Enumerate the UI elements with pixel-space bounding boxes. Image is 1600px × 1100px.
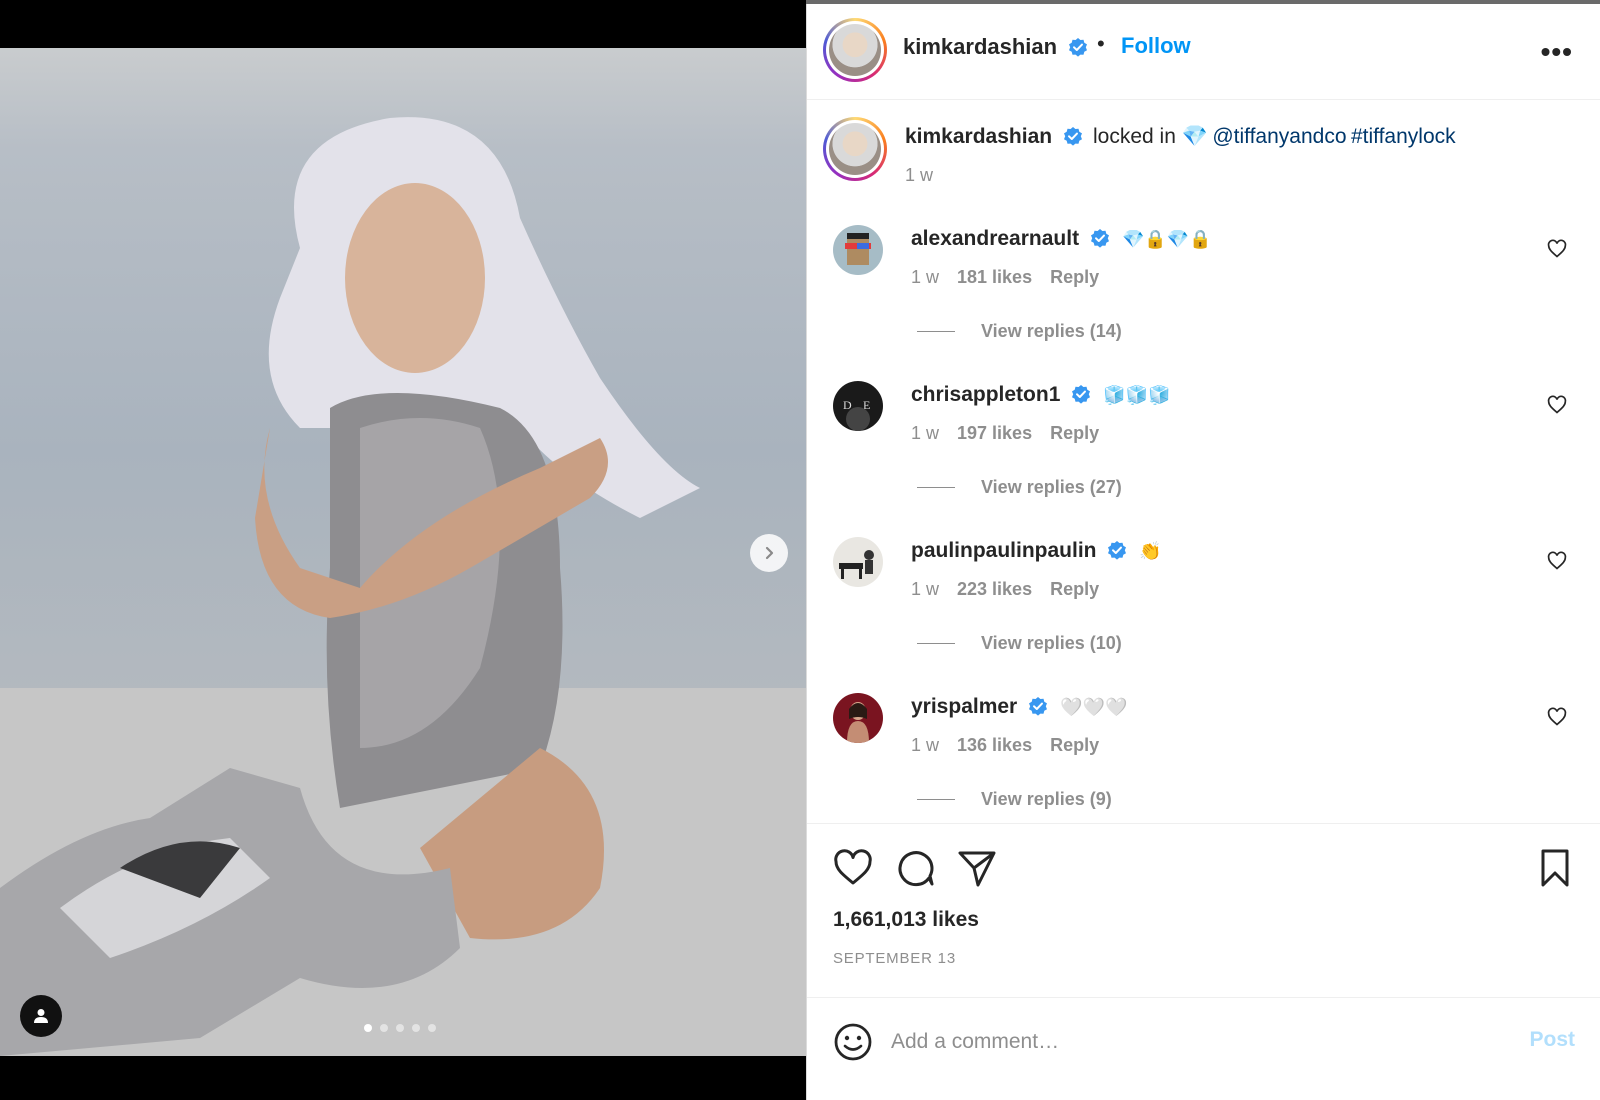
comment-text: 💎🔒💎🔒 bbox=[1121, 229, 1212, 250]
follow-button[interactable]: Follow bbox=[1121, 33, 1191, 59]
comment-like-heart-icon[interactable] bbox=[1547, 707, 1567, 727]
more-options-button[interactable]: ••• bbox=[1541, 36, 1573, 68]
carousel-dot[interactable] bbox=[380, 1024, 388, 1032]
comments-section[interactable]: kimkardashian locked in 💎 @tiffanyandco … bbox=[807, 101, 1600, 823]
comment-username[interactable]: paulinpaulinpaulin bbox=[911, 539, 1097, 562]
caption-username[interactable]: kimkardashian bbox=[905, 125, 1052, 148]
view-replies-button[interactable]: View replies (27) bbox=[917, 477, 1122, 498]
post-details-panel: kimkardashian • Follow ••• kimkardashian… bbox=[806, 4, 1600, 1100]
comment-item: paulinpaulinpaulin 👏 1 w 223 likes Reply V… bbox=[807, 537, 1600, 693]
comment-reply-button[interactable]: Reply bbox=[1050, 267, 1099, 287]
comment-time[interactable]: 1 w bbox=[911, 267, 939, 287]
like-count[interactable]: 1,661,013 likes bbox=[833, 908, 979, 932]
verified-badge-icon bbox=[1107, 541, 1126, 560]
caption-avatar[interactable] bbox=[823, 117, 887, 181]
commenter-avatar[interactable] bbox=[833, 693, 883, 743]
comment-text: 👏 bbox=[1139, 541, 1162, 562]
commenter-avatar[interactable]: DE bbox=[833, 381, 883, 431]
comment-reply-button[interactable]: Reply bbox=[1050, 423, 1099, 443]
post-comment-button[interactable]: Post bbox=[1529, 1028, 1575, 1052]
post-photo bbox=[0, 48, 806, 1056]
view-replies-label[interactable]: View replies (10) bbox=[981, 633, 1122, 654]
comment-reply-button[interactable]: Reply bbox=[1050, 579, 1099, 599]
chevron-right-icon bbox=[765, 546, 774, 560]
caption-mention-link[interactable]: @tiffanyandco bbox=[1212, 125, 1346, 148]
comment-username[interactable]: yrispalmer bbox=[911, 695, 1017, 718]
bookmark-icon[interactable] bbox=[1535, 848, 1575, 888]
caption-text: locked in 💎 bbox=[1092, 125, 1208, 148]
add-comment-bar: Post bbox=[807, 997, 1600, 1100]
comment-reply-button[interactable]: Reply bbox=[1050, 735, 1099, 755]
comment-likes[interactable]: 181 likes bbox=[957, 267, 1032, 287]
comment-text: 🧊🧊🧊 bbox=[1103, 385, 1171, 406]
commenter-avatar[interactable] bbox=[833, 537, 883, 587]
comment-time[interactable]: 1 w bbox=[911, 423, 939, 443]
commenter-avatar[interactable] bbox=[833, 225, 883, 275]
view-replies-button[interactable]: View replies (9) bbox=[917, 789, 1112, 810]
smile-icon[interactable] bbox=[833, 1022, 873, 1062]
photo-illustration bbox=[0, 117, 806, 1056]
carousel-dot[interactable] bbox=[396, 1024, 404, 1032]
paper-plane-icon[interactable] bbox=[957, 848, 997, 888]
carousel-dot[interactable] bbox=[428, 1024, 436, 1032]
comment-item: alexandrearnault 💎🔒💎🔒 1 w 181 likes Reply … bbox=[807, 225, 1600, 381]
header-separator: • bbox=[1097, 31, 1105, 56]
add-comment-input[interactable] bbox=[891, 1020, 1471, 1064]
post-date[interactable]: SEPTEMBER 13 bbox=[833, 950, 956, 967]
user-tag-icon bbox=[34, 1009, 48, 1023]
comment-time[interactable]: 1 w bbox=[911, 579, 939, 599]
verified-badge-icon bbox=[1063, 127, 1082, 146]
comment-item: yrispalmer 🤍🤍🤍 1 w 136 likes Reply View re… bbox=[807, 693, 1600, 823]
heart-icon[interactable] bbox=[833, 848, 873, 888]
view-replies-label[interactable]: View replies (14) bbox=[981, 321, 1122, 342]
post-actions: 1,661,013 likes SEPTEMBER 13 bbox=[807, 823, 1600, 997]
comment-item: DE chrisappleton1 🧊🧊🧊 1 w 197 likes Reply … bbox=[807, 381, 1600, 537]
comment-like-heart-icon[interactable] bbox=[1547, 239, 1567, 259]
view-replies-label[interactable]: View replies (27) bbox=[981, 477, 1122, 498]
comment-likes[interactable]: 223 likes bbox=[957, 579, 1032, 599]
carousel-dot[interactable] bbox=[412, 1024, 420, 1032]
verified-badge-icon bbox=[1028, 697, 1047, 716]
user-tags-button[interactable] bbox=[20, 995, 62, 1037]
post-header: kimkardashian • Follow ••• bbox=[807, 4, 1600, 100]
comment-likes[interactable]: 197 likes bbox=[957, 423, 1032, 443]
carousel-dot[interactable] bbox=[364, 1024, 372, 1032]
view-replies-button[interactable]: View replies (14) bbox=[917, 321, 1122, 342]
carousel-next-button[interactable] bbox=[750, 534, 788, 572]
author-username[interactable]: kimkardashian bbox=[903, 34, 1057, 59]
verified-badge-icon bbox=[1071, 385, 1090, 404]
comment-username[interactable]: alexandrearnault bbox=[911, 227, 1079, 250]
carousel-dots bbox=[364, 1024, 436, 1032]
author-avatar[interactable] bbox=[823, 18, 887, 82]
comment-bubble-icon[interactable] bbox=[895, 848, 935, 888]
comment-time[interactable]: 1 w bbox=[911, 735, 939, 755]
view-replies-button[interactable]: View replies (10) bbox=[917, 633, 1122, 654]
post-media bbox=[0, 0, 806, 1100]
caption-hashtag-link[interactable]: #tiffanylock bbox=[1351, 125, 1456, 148]
verified-badge-icon bbox=[1068, 38, 1087, 57]
comment-like-heart-icon[interactable] bbox=[1547, 551, 1567, 571]
view-replies-label[interactable]: View replies (9) bbox=[981, 789, 1112, 810]
comment-username[interactable]: chrisappleton1 bbox=[911, 383, 1060, 406]
verified-badge-icon bbox=[1090, 229, 1109, 248]
comment-likes[interactable]: 136 likes bbox=[957, 735, 1032, 755]
comment-like-heart-icon[interactable] bbox=[1547, 395, 1567, 415]
caption-time[interactable]: 1 w bbox=[905, 165, 933, 186]
comment-text: 🤍🤍🤍 bbox=[1060, 697, 1128, 718]
